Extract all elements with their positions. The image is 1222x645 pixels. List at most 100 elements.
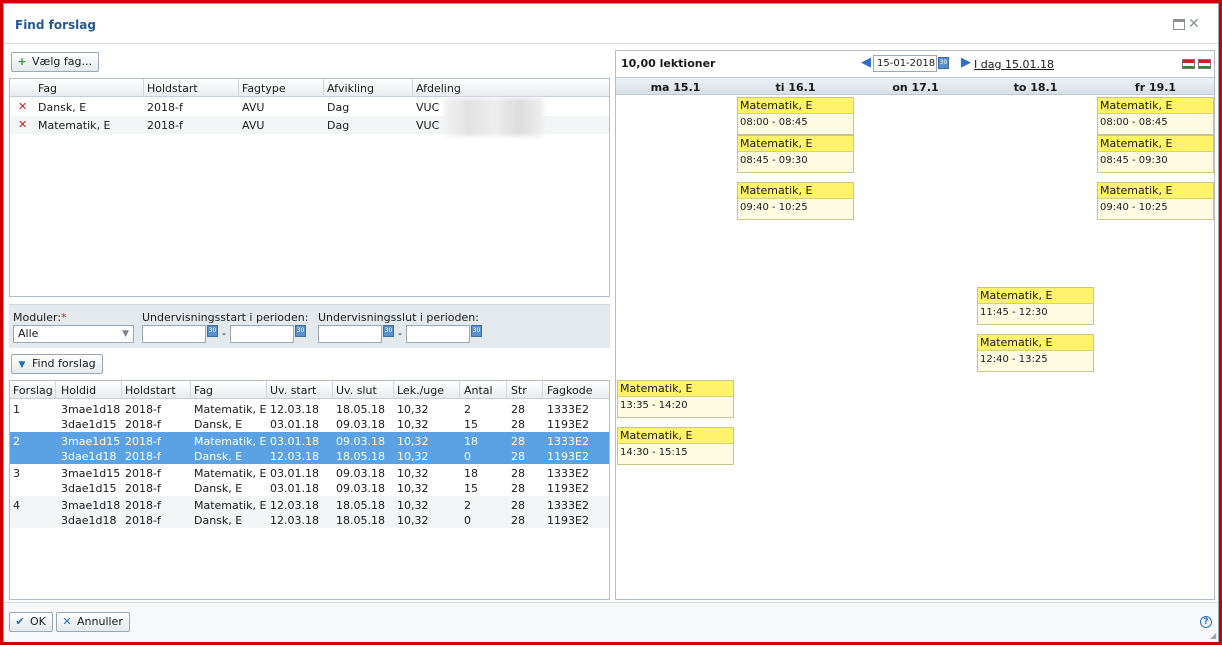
col-afvikling[interactable]: Afvikling: [327, 82, 374, 95]
col-afdeling[interactable]: Afdeling: [416, 82, 461, 95]
lektioner-count: 10,00 lektioner: [621, 57, 716, 70]
event-time: 08:45 - 09:30: [1100, 155, 1168, 167]
col-holdid[interactable]: Holdid: [61, 384, 96, 397]
calendar-event[interactable]: Matematik, E 08:45 - 09:30: [1097, 135, 1214, 174]
help-icon[interactable]: ?: [1200, 616, 1212, 628]
forslag-number: 1: [13, 403, 20, 416]
cell-fag: Matematik, E: [194, 467, 267, 480]
cancel-button[interactable]: ✕ Annuller: [56, 612, 130, 632]
forslag-number: 4: [13, 499, 20, 512]
next-week-icon[interactable]: ▶: [961, 56, 971, 69]
cell-holdid: 3dae1d15: [61, 482, 117, 495]
suggestion-group[interactable]: 3 3mae1d15 2018-f Matematik, E 03.01.18 09.03…: [10, 464, 609, 496]
start-from-input[interactable]: [142, 325, 206, 343]
redacted-area: [444, 98, 544, 136]
suggestion-group[interactable]: 4 3mae1d18 2018-f Matematik, E 12.03.18 18.05…: [10, 496, 609, 528]
end-to-input[interactable]: [406, 325, 470, 343]
export-flag-icon[interactable]: [1182, 59, 1195, 69]
col-holdstart[interactable]: Holdstart: [125, 384, 176, 397]
cell-start: 03.01.18: [270, 418, 319, 431]
col-str[interactable]: Str: [511, 384, 527, 397]
moduler-select[interactable]: Alle ▼: [13, 325, 134, 343]
cell-holdid: 3mae1d15: [61, 435, 121, 448]
filter-bar: Moduler:* Alle ▼ Undervisningsstart i pe…: [9, 304, 610, 348]
col-holdstart[interactable]: Holdstart: [147, 82, 198, 95]
event-title: Matematik, E: [1098, 136, 1213, 153]
add-subject-button[interactable]: + Vælg fag...: [11, 52, 99, 72]
cell-antal: 0: [464, 514, 471, 527]
calendar-event[interactable]: Matematik, E 12:40 - 13:25: [977, 333, 1094, 372]
calendar-event[interactable]: Matematik, E 09:40 - 10:25: [737, 181, 854, 220]
find-forslag-dialog: Find forslag ✕ + Vælg fag... Fag Holdstar…: [3, 3, 1219, 642]
col-fagtype[interactable]: Fagtype: [242, 82, 286, 95]
col-lek-uge[interactable]: Lek./uge: [397, 384, 444, 397]
calendar-event[interactable]: Matematik, E 08:00 - 08:45: [1097, 97, 1214, 136]
calendar-event[interactable]: Matematik, E 13:35 - 14:20: [617, 380, 734, 419]
event-title: Matematik, E: [1098, 98, 1213, 114]
cell-str: 28: [511, 450, 525, 463]
moduler-label: Moduler:*: [13, 311, 67, 324]
cell-antal: 2: [464, 403, 471, 416]
ok-button[interactable]: ✔ OK: [9, 612, 53, 632]
day-label: to 18.1: [1013, 81, 1058, 94]
cell-fagkode: 1333E2: [547, 467, 589, 480]
event-time: 12:40 - 13:25: [980, 353, 1048, 365]
find-forslag-button[interactable]: ▼ Find forslag: [11, 354, 103, 374]
col-forslag[interactable]: Forslag: [13, 384, 53, 397]
remove-icon[interactable]: ✕: [18, 100, 27, 113]
day-header: ma 15.1 ti 16.1 on 17.1 to 18.1 fr 19.1: [616, 77, 1214, 95]
event-title: Matematik, E: [978, 288, 1093, 305]
cell-str: 28: [511, 435, 525, 448]
col-fag[interactable]: Fag: [38, 82, 57, 95]
col-fag[interactable]: Fag: [194, 384, 213, 397]
checkmark-icon: ✔: [15, 615, 25, 628]
cell-start: 03.01.18: [270, 467, 319, 480]
event-title: Matematik, E: [978, 334, 1093, 351]
start-to-input[interactable]: [230, 325, 294, 343]
cell-fagkode: 1333E2: [547, 435, 589, 448]
calendar-event[interactable]: Matematik, E 11:45 - 12:30: [977, 287, 1094, 326]
cell-lek: 10,32: [397, 514, 429, 527]
previous-week-icon[interactable]: ◀: [861, 56, 871, 69]
calendar-event[interactable]: Matematik, E 08:00 - 08:45: [737, 97, 854, 136]
end-from-input[interactable]: [318, 325, 382, 343]
cell-start: 12.03.18: [270, 499, 319, 512]
cell-slut: 18.05.18: [336, 514, 385, 527]
cell-holdstart: 2018-f: [125, 403, 161, 416]
calendar-icon[interactable]: 30: [207, 325, 218, 337]
event-time: 08:45 - 09:30: [740, 155, 808, 167]
end-label: Undervisningsslut i perioden:: [318, 311, 479, 324]
cell-lek: 10,32: [397, 418, 429, 431]
event-title: Matematik, E: [1098, 182, 1213, 199]
plus-icon: +: [17, 55, 27, 68]
col-uv-slut[interactable]: Uv. slut: [336, 384, 377, 397]
remove-icon[interactable]: ✕: [18, 118, 27, 131]
event-title: Matematik, E: [738, 182, 853, 199]
cell-holdid: 3dae1d18: [61, 514, 117, 527]
cell-start: 12.03.18: [270, 403, 319, 416]
close-icon[interactable]: ✕: [1188, 17, 1200, 31]
event-title: Matematik, E: [618, 427, 733, 444]
event-time: 09:40 - 10:25: [1100, 201, 1168, 213]
calendar-event[interactable]: Matematik, E 14:30 - 15:15: [617, 426, 734, 465]
calendar-event[interactable]: Matematik, E 09:40 - 10:25: [1097, 181, 1214, 220]
calendar-icon[interactable]: 30: [295, 325, 306, 337]
suggestion-group[interactable]: 2 3mae1d15 2018-f Matematik, E 03.01.18 09.03…: [10, 432, 609, 464]
col-antal[interactable]: Antal: [464, 384, 493, 397]
col-uv-start[interactable]: Uv. start: [270, 384, 316, 397]
calendar-event[interactable]: Matematik, E 08:45 - 09:30: [737, 135, 854, 174]
export-flag-icon[interactable]: [1198, 59, 1211, 69]
cell-holdstart: 2018-f: [125, 435, 161, 448]
calendar-icon[interactable]: 30: [938, 57, 949, 69]
today-link[interactable]: I dag 15.01.18: [974, 58, 1054, 71]
col-fagkode[interactable]: Fagkode: [547, 384, 593, 397]
dialog-titlebar: Find forslag ✕: [4, 4, 1218, 44]
calendar-icon[interactable]: 30: [383, 325, 394, 337]
calendar-icon[interactable]: 30: [471, 325, 482, 337]
cell-lek: 10,32: [397, 435, 429, 448]
date-input[interactable]: 15-01-2018: [873, 55, 937, 72]
maximize-icon[interactable]: [1173, 19, 1185, 30]
suggestion-group[interactable]: 1 3mae1d18 2018-f Matematik, E 12.03.18 18.05…: [10, 400, 609, 432]
cell-start: 03.01.18: [270, 482, 319, 495]
resize-grip-icon[interactable]: ◢: [1210, 631, 1216, 640]
